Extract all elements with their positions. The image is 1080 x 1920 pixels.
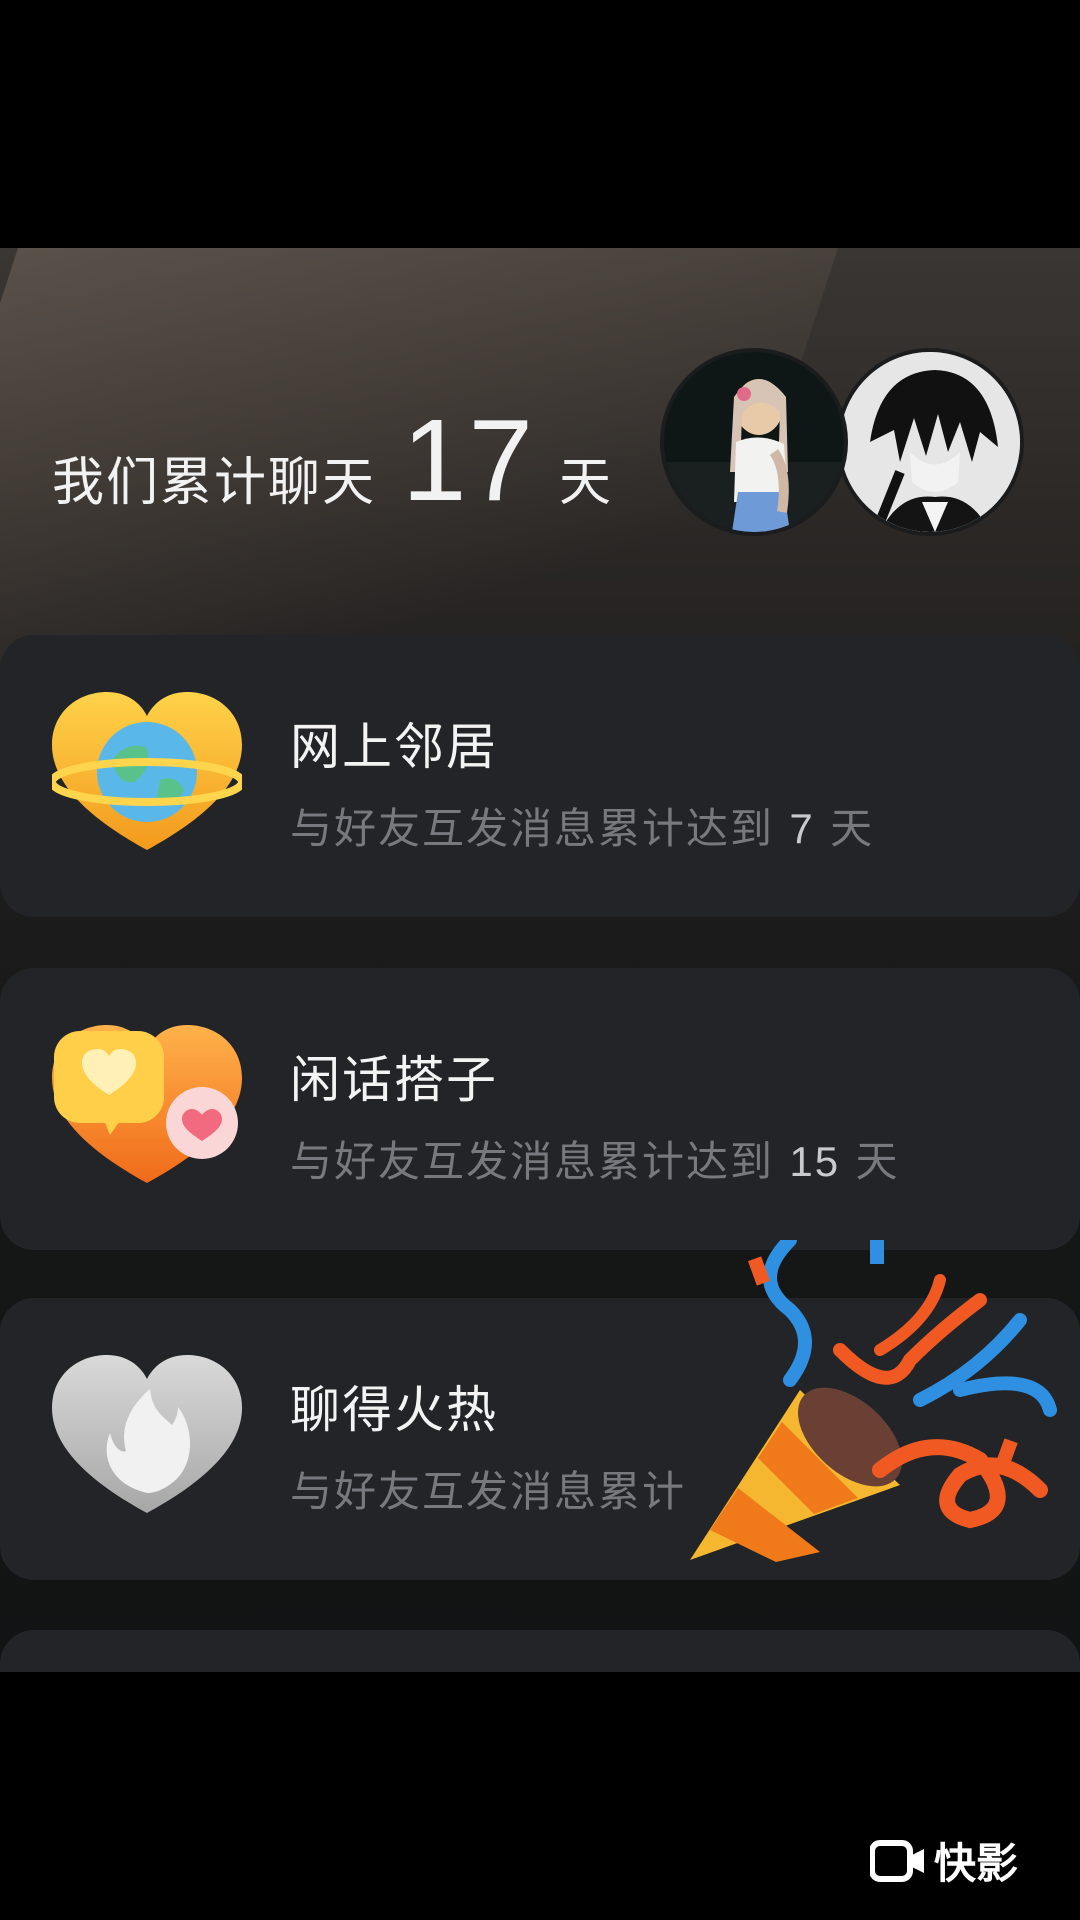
camera-icon — [870, 1839, 924, 1882]
desc-prefix: 与好友互发消息累计达到 — [290, 804, 775, 853]
heart-flame-icon — [52, 1353, 242, 1523]
watermark: 快影 — [870, 1830, 1018, 1891]
desc-number: 15 — [789, 1138, 841, 1185]
friend-avatar[interactable] — [660, 348, 848, 536]
achievement-card-partial[interactable] — [0, 1630, 1080, 1672]
card-description: 与好友互发消息累计达到 15 天 — [290, 1128, 899, 1189]
top-cut-text — [430, 248, 660, 252]
card-description: 与好友互发消息累计达到 7 天 — [290, 795, 874, 856]
desc-unit: 天 — [855, 1137, 900, 1186]
summary-unit: 天 — [559, 453, 612, 513]
achievement-card-chat-buddy[interactable]: 闲话搭子 与好友互发消息累计达到 15 天 — [0, 968, 1080, 1250]
intimacy-panel: 我们累计聊天 17 天 网上邻居 与好友互发消息累计达到 7 天 闲话搭子 与好… — [0, 248, 1080, 1672]
desc-prefix: 与好友互发消息累计 — [290, 1467, 687, 1516]
avatar-pair — [660, 348, 1030, 544]
achievement-card-hot-chat[interactable]: 聊得火热 与好友互发消息累计 — [0, 1298, 1080, 1580]
summary-prefix: 我们累计聊天 — [52, 453, 377, 513]
heart-planet-icon — [48, 690, 246, 860]
achievement-card-neighbor[interactable]: 网上邻居 与好友互发消息累计达到 7 天 — [0, 635, 1080, 917]
summary-days-number: 17 — [402, 395, 536, 525]
card-title: 聊得火热 — [290, 1381, 498, 1439]
desc-unit: 天 — [830, 804, 875, 853]
desc-number: 7 — [789, 805, 815, 852]
card-title: 网上邻居 — [290, 718, 498, 776]
desc-prefix: 与好友互发消息累计达到 — [290, 1137, 775, 1186]
card-description: 与好友互发消息累计 — [290, 1458, 686, 1519]
heart-chat-bubbles-icon — [52, 1023, 242, 1193]
anime-boy-icon — [840, 352, 1020, 532]
chat-days-summary: 我们累计聊天 17 天 — [52, 393, 611, 527]
watermark-label: 快影 — [934, 1839, 1019, 1888]
user-avatar[interactable] — [836, 348, 1024, 536]
girl-portrait-icon — [664, 352, 844, 532]
card-title: 闲话搭子 — [290, 1051, 498, 1109]
